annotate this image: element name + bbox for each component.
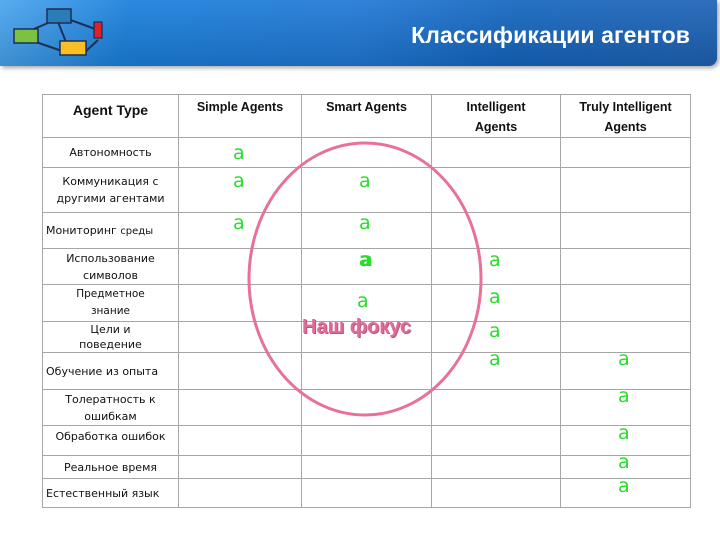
mark-simple-communication: a bbox=[233, 170, 245, 192]
mark-smart-communication: a bbox=[359, 170, 371, 192]
table-header-row: Agent Type Simple Agents Smart Agents In… bbox=[42, 94, 691, 138]
cell bbox=[301, 137, 432, 168]
mark-truly-learning: a bbox=[618, 348, 630, 370]
cell bbox=[301, 455, 432, 479]
mark-truly-natural-language: a bbox=[618, 475, 630, 497]
mark-smart-symbols: a bbox=[359, 249, 372, 271]
table-row: Обучение из опыта bbox=[42, 352, 691, 390]
table-row: Автономность bbox=[42, 137, 691, 168]
logo-blue-box bbox=[46, 8, 72, 24]
mark-simple-monitoring: a bbox=[233, 212, 245, 234]
mark-simple-autonomy: a bbox=[233, 142, 245, 164]
mark-smart-monitoring: a bbox=[359, 212, 371, 234]
cell bbox=[431, 389, 561, 426]
cell bbox=[560, 284, 691, 322]
row-label: Цели и поведение bbox=[42, 321, 179, 353]
row-label-small: среды bbox=[120, 225, 154, 237]
row-label: Естественный язык bbox=[42, 478, 179, 508]
cell bbox=[301, 352, 432, 390]
cell bbox=[431, 425, 561, 456]
column-header-truly-intelligent: Truly Intelligent Agents bbox=[560, 94, 691, 138]
logo-yellow-box bbox=[59, 40, 87, 56]
table-row: Толератность к ошибкам bbox=[42, 389, 691, 426]
cell bbox=[301, 425, 432, 456]
cell bbox=[178, 478, 302, 508]
mark-intelligent-learning: a bbox=[489, 348, 501, 370]
cell bbox=[178, 389, 302, 426]
row-label: Предметное знание bbox=[42, 284, 179, 322]
cell bbox=[178, 455, 302, 479]
column-header-simple: Simple Agents bbox=[178, 94, 302, 138]
row-label: Мониторинг среды bbox=[42, 212, 179, 249]
cell bbox=[178, 284, 302, 322]
logo-red-box bbox=[93, 21, 103, 39]
cell bbox=[431, 137, 561, 168]
row-label: Использование символов bbox=[42, 248, 179, 285]
column-header-intelligent: Intelligent Agents bbox=[431, 94, 561, 138]
cell bbox=[431, 212, 561, 249]
mark-smart-knowledge: a bbox=[357, 290, 369, 312]
row-label: Коммуникация с другими агентами bbox=[42, 167, 179, 213]
cell bbox=[178, 321, 302, 353]
mark-intelligent-symbols: a bbox=[489, 249, 501, 271]
mark-truly-realtime: a bbox=[618, 451, 630, 473]
cell bbox=[560, 248, 691, 285]
cell bbox=[301, 478, 432, 508]
mark-intelligent-knowledge: a bbox=[489, 286, 501, 308]
cell bbox=[178, 425, 302, 456]
page-title: Классификации агентов bbox=[411, 22, 690, 48]
cell bbox=[560, 167, 691, 213]
row-label-main: Мониторинг bbox=[46, 223, 117, 237]
row-label: Реальное время bbox=[42, 455, 179, 479]
our-focus-label: Наш фокус bbox=[302, 316, 412, 338]
row-label: Обработка ошибок bbox=[42, 425, 179, 456]
network-diagram-icon bbox=[13, 8, 103, 56]
table-row: Естественный язык bbox=[42, 478, 691, 508]
row-label: Толератность к ошибкам bbox=[42, 389, 179, 426]
cell bbox=[178, 248, 302, 285]
logo-green-box bbox=[13, 28, 39, 44]
table-row: Обработка ошибок bbox=[42, 425, 691, 456]
cell bbox=[560, 212, 691, 249]
cell bbox=[560, 137, 691, 168]
cell bbox=[431, 455, 561, 479]
row-label: Автономность bbox=[42, 137, 179, 168]
cell bbox=[178, 352, 302, 390]
mark-truly-tolerance: a bbox=[618, 385, 630, 407]
mark-truly-error-handling: a bbox=[618, 422, 630, 444]
column-header-agent-type: Agent Type bbox=[42, 94, 179, 138]
row-label: Обучение из опыта bbox=[42, 352, 179, 390]
column-header-smart: Smart Agents bbox=[301, 94, 432, 138]
cell bbox=[301, 389, 432, 426]
title-banner: Классификации агентов bbox=[0, 0, 717, 66]
table-row: Реальное время bbox=[42, 455, 691, 479]
cell bbox=[431, 167, 561, 213]
mark-intelligent-goals: a bbox=[489, 320, 501, 342]
cell bbox=[431, 478, 561, 508]
